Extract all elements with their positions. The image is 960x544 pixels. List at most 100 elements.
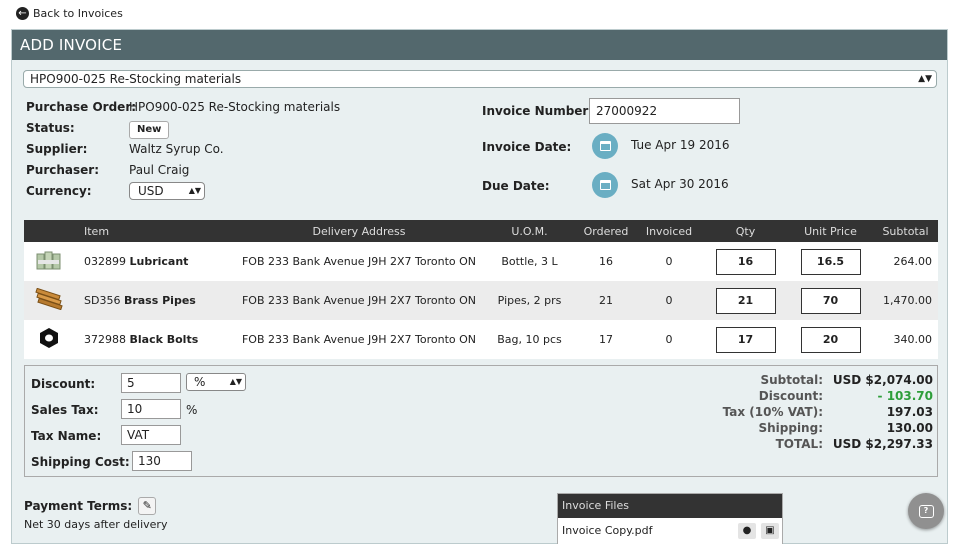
- payment-terms-label: Payment Terms:: [24, 499, 133, 513]
- invoiced: 0: [665, 255, 673, 268]
- qty-input[interactable]: 21: [715, 287, 776, 314]
- sales-tax-input[interactable]: 10: [121, 399, 181, 419]
- summary-total-value: USD $2,297.33: [832, 437, 933, 451]
- qty-input[interactable]: 16: [715, 248, 776, 275]
- item-code: 032899: [84, 255, 126, 268]
- invoice-summary: Subtotal: USD $2,074.00 Discount: - 103.70…: [673, 372, 933, 452]
- table-row: 372988 Black Bolts FOB 233 Bank Avenue J…: [24, 320, 938, 359]
- unit-price-input[interactable]: 70: [800, 287, 861, 314]
- question-bubble-icon: ?: [918, 504, 934, 518]
- due-date-calendar-button[interactable]: [592, 172, 618, 198]
- table-row: SD356 Brass Pipes FOB 233 Bank Avenue J9…: [24, 281, 938, 320]
- item-name: Lubricant: [129, 255, 189, 268]
- invoice-number-label: Invoice Number:: [482, 104, 594, 118]
- list-item: Invoice Copy.pdf ● ▣: [558, 518, 782, 544]
- qty-input[interactable]: 17: [715, 326, 776, 353]
- supplier-value: Waltz Syrup Co.: [129, 142, 224, 156]
- summary-discount-value: - 103.70: [877, 389, 933, 403]
- due-date-value: Sat Apr 30 2016: [631, 177, 729, 191]
- column-header-qty: Qty: [703, 220, 788, 242]
- select-arrows-icon: ▲▼: [918, 74, 932, 84]
- eye-icon[interactable]: ●: [738, 523, 756, 539]
- edit-icon[interactable]: ✎: [138, 497, 157, 515]
- back-label: Back to Invoices: [33, 7, 123, 20]
- uom: Bag, 10 pcs: [497, 333, 562, 346]
- calendar-icon: [599, 141, 611, 151]
- row-subtotal: 264.00: [893, 255, 933, 268]
- shipping-cost-input[interactable]: 130: [132, 451, 192, 471]
- ordered: 17: [599, 333, 613, 346]
- item-name: Black Bolts: [129, 333, 199, 346]
- sales-tax-unit: %: [186, 403, 198, 417]
- status-badge[interactable]: New: [129, 121, 170, 139]
- arrow-left-circle-icon: ←: [16, 7, 29, 20]
- unit-price-input[interactable]: 16.5: [800, 248, 861, 275]
- purchase-order-select[interactable]: HPO900-025 Re-Stocking materials ▲▼: [23, 70, 937, 88]
- summary-subtotal-label: Subtotal:: [760, 373, 823, 387]
- tax-name-input[interactable]: VAT: [121, 425, 181, 445]
- invoice-number-input[interactable]: 27000922: [589, 98, 740, 124]
- ordered: 16: [599, 255, 613, 268]
- invoice-date-label: Invoice Date:: [482, 140, 572, 154]
- delivery-address: FOB 233 Bank Avenue J9H 2X7 Toronto ON: [236, 281, 482, 320]
- currency-label: Currency:: [26, 184, 92, 198]
- summary-shipping-label: Shipping:: [758, 421, 823, 435]
- invoice-files-panel: Invoice Files Invoice Copy.pdf ● ▣: [557, 493, 783, 544]
- column-header-subtotal: Subtotal: [873, 220, 938, 242]
- trash-icon[interactable]: ▣: [761, 523, 779, 539]
- totals-box: Discount: 5 % ▲▼ Sales Tax: 10 % Tax Nam…: [24, 365, 938, 477]
- payment-terms: Payment Terms: ✎ Net 30 days after deliv…: [24, 497, 167, 531]
- sales-tax-label: Sales Tax:: [31, 403, 99, 417]
- invoiced: 0: [665, 333, 673, 346]
- summary-total-label: TOTAL:: [775, 437, 823, 451]
- tax-name-label: Tax Name:: [31, 429, 102, 443]
- invoice-date-value: Tue Apr 19 2016: [631, 138, 730, 152]
- summary-shipping-value: 130.00: [886, 421, 933, 435]
- item-name: Brass Pipes: [123, 294, 196, 307]
- currency-select[interactable]: USD ▲▼: [129, 182, 205, 200]
- table-row: 032899 Lubricant FOB 233 Bank Avenue J9H…: [24, 242, 938, 281]
- summary-subtotal-value: USD $2,074.00: [832, 373, 933, 387]
- uom: Bottle, 3 L: [501, 255, 558, 268]
- supplier-label: Supplier:: [26, 142, 88, 156]
- discount-type-select[interactable]: % ▲▼: [186, 373, 246, 391]
- help-chat-button[interactable]: ?: [908, 493, 944, 529]
- discount-type-value: %: [194, 375, 206, 389]
- add-invoice-panel: ADD INVOICE HPO900-025 Re-Stocking mater…: [11, 29, 948, 544]
- discount-input[interactable]: 5: [121, 373, 181, 393]
- summary-discount-label: Discount:: [758, 389, 823, 403]
- delivery-address: FOB 233 Bank Avenue J9H 2X7 Toronto ON: [241, 255, 477, 268]
- invoice-items-table: Item Delivery Address U.O.M. Ordered Inv…: [24, 220, 938, 359]
- item-code: 372988: [84, 333, 126, 346]
- column-header-invoiced: Invoiced: [635, 220, 703, 242]
- back-to-invoices-link[interactable]: ← Back to Invoices: [16, 7, 123, 20]
- invoice-date-calendar-button[interactable]: [592, 133, 618, 159]
- purchaser-value: Paul Craig: [129, 163, 190, 177]
- purchase-order-value: HPO900-025 Re-Stocking materials: [129, 100, 341, 114]
- unit-price-input[interactable]: 20: [800, 326, 861, 353]
- ordered: 21: [577, 281, 635, 320]
- currency-select-value: USD: [138, 184, 164, 198]
- delivery-address: FOB 233 Bank Avenue J9H 2X7 Toronto ON: [241, 333, 477, 346]
- select-arrows-icon: ▲▼: [229, 377, 242, 386]
- column-header-item: Item: [74, 220, 236, 242]
- select-arrows-icon: ▲▼: [188, 186, 201, 195]
- summary-tax-label: Tax (10% VAT):: [722, 405, 823, 419]
- discount-label: Discount:: [31, 377, 96, 391]
- brass-pipes-thumbnail: [35, 288, 63, 310]
- purchase-order-select-value: HPO900-025 Re-Stocking materials: [30, 72, 242, 86]
- row-subtotal: 340.00: [893, 333, 933, 346]
- column-header-delivery-address: Delivery Address: [236, 220, 482, 242]
- due-date-label: Due Date:: [482, 179, 550, 193]
- column-header-ordered: Ordered: [577, 220, 635, 242]
- purchase-order-label: Purchase Order:: [26, 100, 137, 114]
- column-header-unit-price: Unit Price: [788, 220, 873, 242]
- table-header-row: Item Delivery Address U.O.M. Ordered Inv…: [24, 220, 938, 242]
- column-header-uom: U.O.M.: [482, 220, 577, 242]
- status-label: Status:: [26, 121, 75, 135]
- summary-tax-value: 197.03: [886, 405, 933, 419]
- shipping-cost-label: Shipping Cost:: [31, 455, 130, 469]
- row-subtotal: 1,470.00: [873, 281, 938, 320]
- item-code: SD356: [84, 294, 121, 307]
- panel-title: ADD INVOICE: [12, 30, 947, 60]
